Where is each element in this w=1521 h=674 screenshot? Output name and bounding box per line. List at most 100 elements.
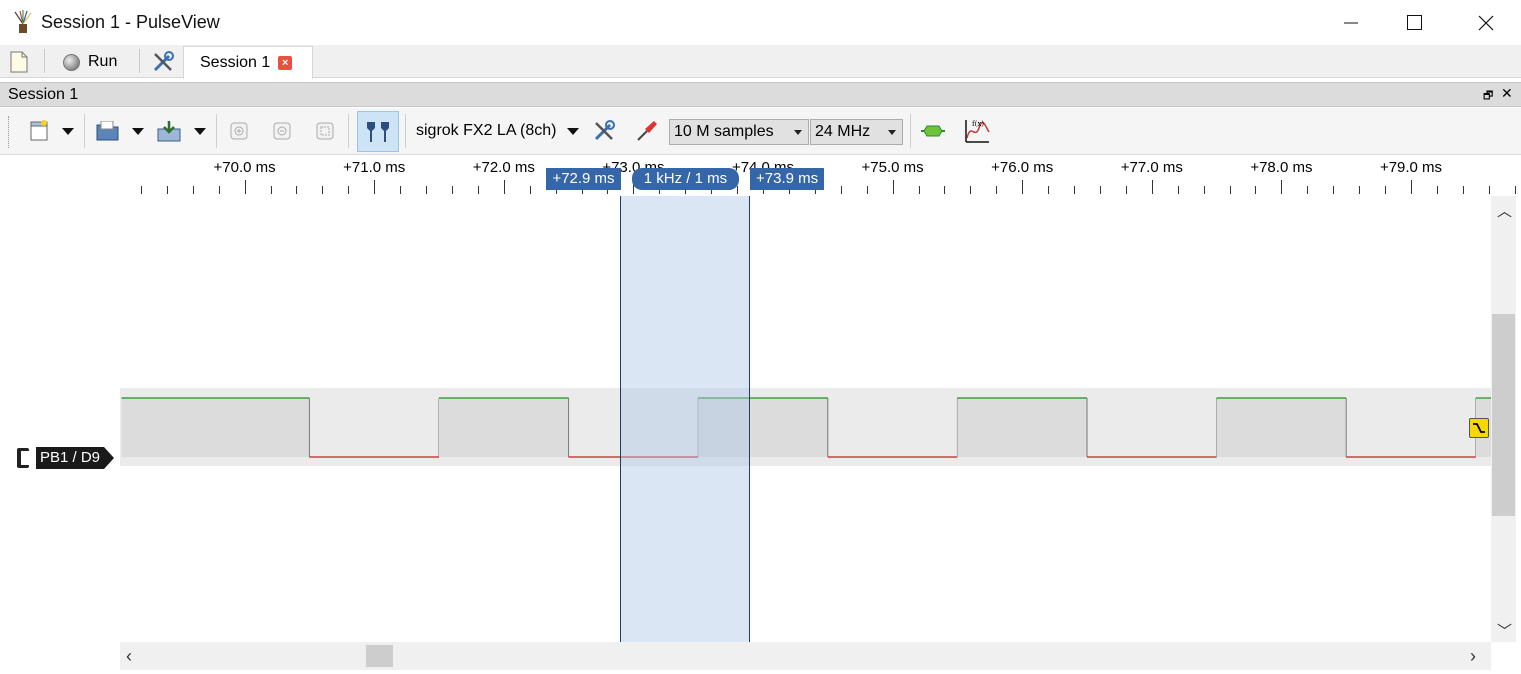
ruler-tick [970,186,972,194]
ruler-tick [1151,180,1153,194]
minimize-icon [1344,22,1358,23]
horizontal-scrollbar[interactable]: ‹ › [120,642,1491,670]
ruler-tick [218,186,220,194]
open-dropdown[interactable] [130,117,146,145]
new-session-button[interactable] [6,48,32,76]
run-button[interactable]: Run [58,48,128,76]
ruler-tick [374,180,376,194]
wrench-screwdriver-icon [594,120,615,141]
dock-float-icon[interactable]: 🗗 [1483,87,1493,106]
ruler-tick [944,186,946,194]
cursor-delta-label: 1 kHz / 1 ms [631,168,740,190]
close-window-button[interactable] [1451,0,1521,45]
trigger-falling-edge-icon[interactable] [1469,418,1489,438]
ruler-tick [1436,186,1438,194]
ruler-tick [529,186,531,194]
dock-close-icon[interactable]: ✕ [1501,85,1513,102]
toolbar-separator [84,114,85,148]
ruler-tick [1385,186,1387,194]
trace-view[interactable] [120,196,1491,642]
ruler-tick [426,186,428,194]
high-level-fill [121,398,310,457]
ruler-tick [1462,186,1464,194]
toolbar-separator [348,114,349,148]
vertical-scrollbar[interactable]: ︿ ﹀ [1491,196,1516,642]
wrench-screwdriver-icon [153,51,174,72]
time-ruler[interactable]: +70.0 ms+71.0 ms+72.0 ms+73.0 ms+74.0 ms… [120,156,1521,196]
ruler-tick [1177,186,1179,194]
device-selector-label[interactable]: sigrok FX2 LA (8ch) [416,122,557,140]
channel-drag-handle[interactable] [17,448,29,468]
ruler-tick [1022,180,1024,194]
pulseview-app-icon [14,10,32,33]
zoom-fit-button[interactable] [314,117,336,145]
device-dropdown[interactable] [565,117,581,145]
cursor-left-flag[interactable]: +72.9 ms [546,168,621,190]
ruler-tick [1074,186,1076,194]
ruler-tick [451,186,453,194]
ruler-tick-label: +71.0 ms [343,159,406,176]
chevron-down-icon [194,127,206,135]
ruler-tick [244,180,246,194]
window-title: Session 1 - PulseView [41,12,220,32]
device-config-button[interactable] [590,117,618,145]
ruler-tick [1255,186,1257,194]
save-button[interactable] [155,117,183,145]
channels-button[interactable] [633,117,661,145]
open-button[interactable] [95,117,121,145]
channel-label-pb1[interactable]: PB1 / D9 [17,447,115,469]
run-status-icon [63,53,80,71]
show-cursors-toggle[interactable] [357,111,399,152]
zoom-out-button[interactable] [271,117,293,145]
maximize-button[interactable] [1380,0,1450,45]
horizontal-scroll-thumb[interactable] [366,645,393,667]
ruler-tick-label: +76.0 ms [991,159,1054,176]
close-tab-icon[interactable]: × [278,56,293,70]
ruler-tick [1514,186,1516,194]
scroll-down-icon[interactable]: ﹀ [1497,620,1512,641]
ruler-tick [1048,186,1050,194]
new-view-button[interactable] [26,117,52,145]
ruler-tick [866,186,868,194]
cursor-selection-region[interactable] [620,196,751,642]
ruler-tick [840,186,842,194]
zoom-fit-icon [316,122,334,140]
chevron-down-icon [794,130,802,135]
scroll-left-icon[interactable]: ‹ [126,646,132,667]
toolbar-grip[interactable] [8,116,10,148]
ruler-tick [192,186,194,194]
toolbar-separator [216,114,217,148]
session-dock-header: Session 1 🗗 ✕ [0,82,1521,107]
samplerate-select[interactable]: 24 MHz [810,119,903,145]
save-dropdown[interactable] [192,117,208,145]
logic-trace-pb1 [121,397,1491,458]
cursor-flags-icon [367,121,389,142]
toolbar-separator [910,114,911,148]
ruler-tick-label: +75.0 ms [861,159,924,176]
ruler-tick [1359,186,1361,194]
scroll-right-icon[interactable]: › [1470,646,1476,667]
add-decoder-button[interactable] [920,117,946,145]
zoom-in-button[interactable] [228,117,250,145]
ruler-tick [1281,180,1283,194]
pulseview-window: Session 1 - PulseView Run Session 1 × Se… [0,0,1521,674]
ruler-tick [477,186,479,194]
ruler-tick [737,186,739,194]
add-math-signal-button[interactable]: f(x) [962,117,992,145]
new-view-dropdown[interactable] [60,117,76,145]
sample-count-select[interactable]: 10 M samples [669,119,809,145]
cursor-right-flag[interactable]: +73.9 ms [750,168,825,190]
minimize-button[interactable] [1316,0,1386,45]
new-view-icon [30,120,48,141]
scroll-up-icon[interactable]: ︿ [1497,200,1512,221]
settings-button[interactable] [150,48,176,76]
high-level-fill [439,398,569,457]
tab-session-1[interactable]: Session 1 × [183,46,313,79]
decoder-icon [921,125,945,137]
vertical-scroll-thumb[interactable] [1492,314,1515,516]
ruler-tick [270,186,272,194]
ruler-tick-label: +78.0 ms [1250,159,1313,176]
samplerate-value: 24 MHz [815,123,871,140]
math-function-icon: f(x) [965,120,990,143]
high-level-fill [957,398,1087,457]
